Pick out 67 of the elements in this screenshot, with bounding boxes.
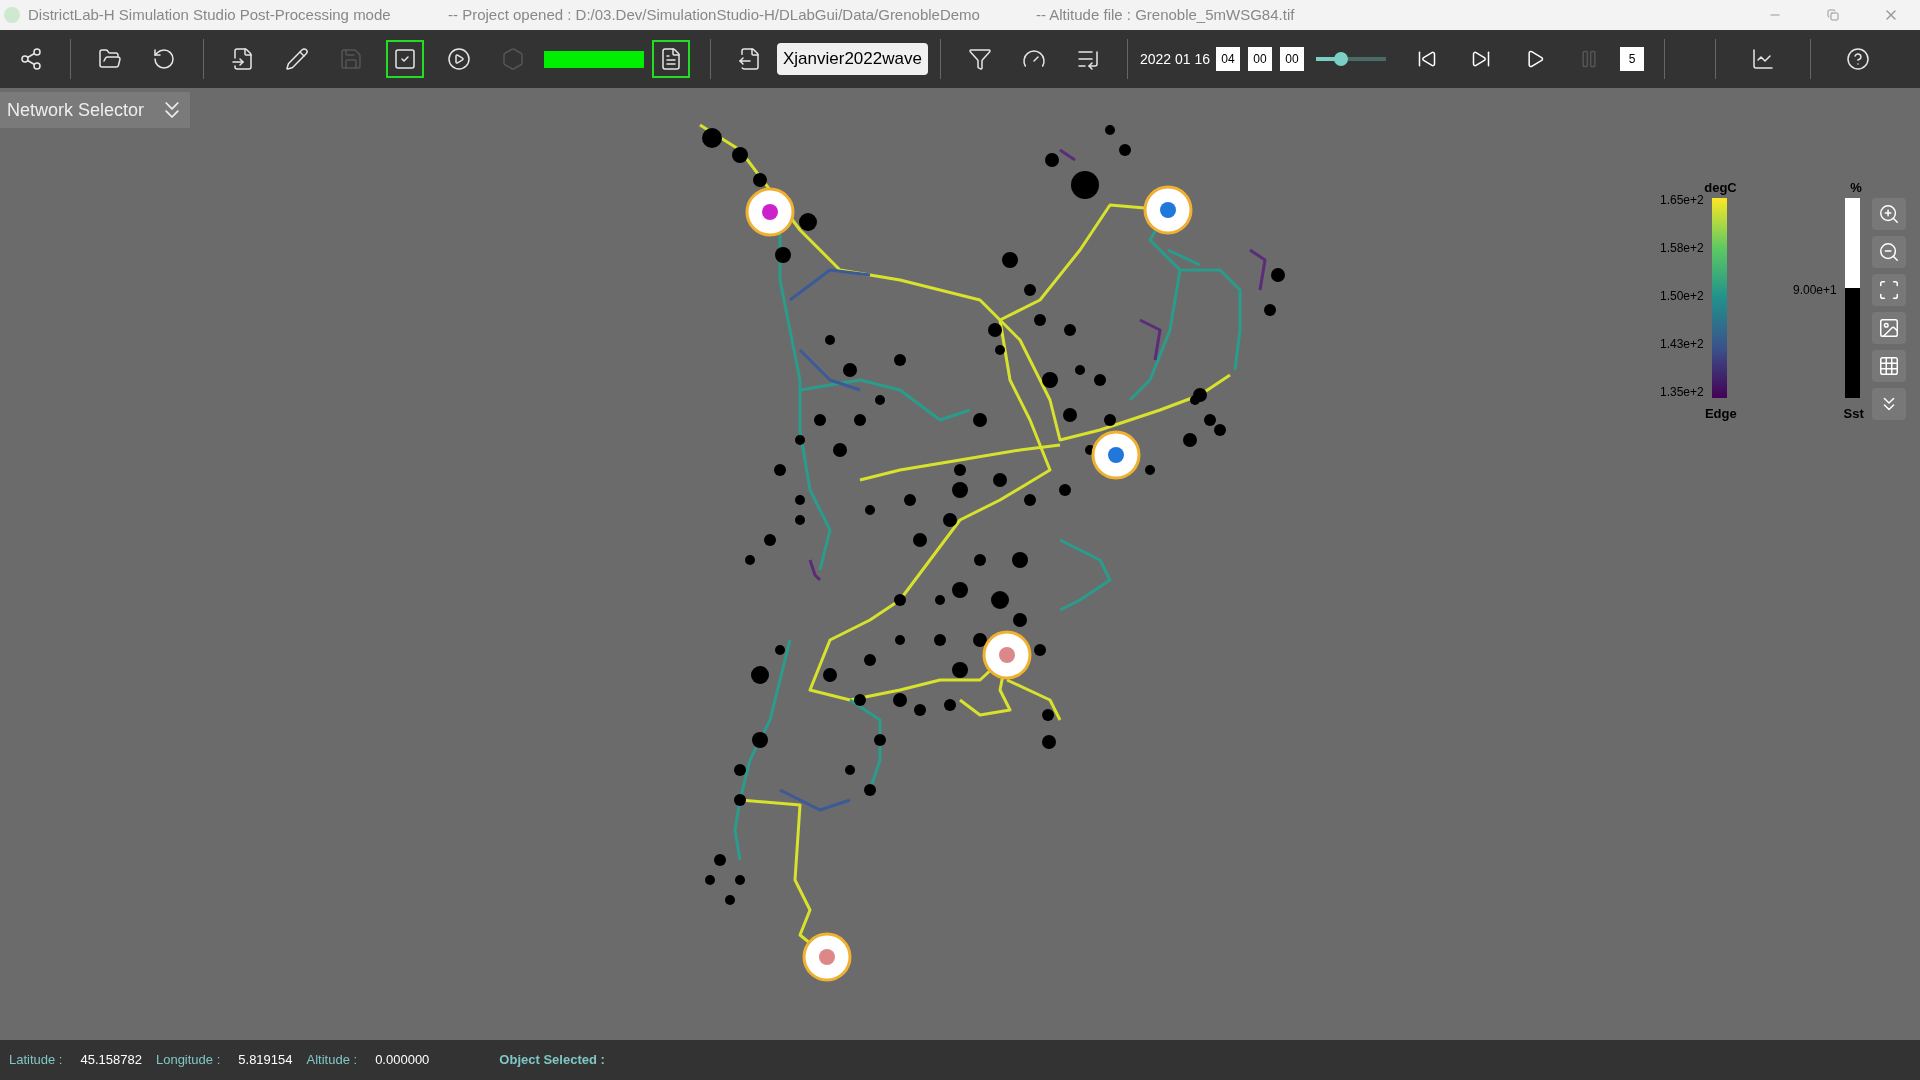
zoom-in-icon bbox=[1877, 203, 1900, 225]
folder-icon bbox=[98, 47, 122, 71]
altitude-value: 0.000000 bbox=[375, 1051, 430, 1070]
play-icon bbox=[1525, 49, 1545, 69]
time-slider-thumb[interactable] bbox=[1333, 52, 1348, 66]
app-logo-icon bbox=[4, 7, 20, 23]
zoom-in-button[interactable] bbox=[1871, 198, 1906, 230]
time-slider[interactable] bbox=[1316, 52, 1386, 66]
reset-icon bbox=[152, 47, 176, 71]
skip-back-icon bbox=[1417, 49, 1437, 69]
legend-unit: degC bbox=[1704, 179, 1737, 197]
zoom-out-icon bbox=[1877, 241, 1900, 263]
station-marker-icon[interactable] bbox=[982, 630, 1032, 680]
hour-field[interactable]: 04 bbox=[1216, 47, 1240, 71]
longitude-label: Longitude : bbox=[155, 1051, 221, 1070]
altitude-label: Altitude : bbox=[306, 1051, 358, 1070]
legend-tick: 1.65e+2 bbox=[1660, 192, 1704, 209]
stop-icon bbox=[501, 47, 525, 71]
fit-view-icon bbox=[1877, 279, 1900, 301]
legend-label: Sst bbox=[1843, 405, 1864, 423]
date-label: 2022 01 16 bbox=[1139, 49, 1210, 69]
longitude-value: 5.819154 bbox=[238, 1051, 293, 1070]
network-selector-button[interactable]: Network Selector bbox=[0, 92, 190, 128]
save-icon bbox=[339, 47, 363, 71]
latitude-label: Latitude : bbox=[9, 1051, 63, 1070]
help-icon bbox=[1846, 47, 1870, 71]
station-marker-icon[interactable] bbox=[1143, 185, 1193, 235]
station-marker-icon[interactable] bbox=[1091, 430, 1141, 480]
legend-tick: 9.00e+1 bbox=[1793, 282, 1837, 299]
legend-unit: % bbox=[1850, 179, 1862, 197]
pencil-icon bbox=[285, 47, 309, 71]
grid-icon bbox=[1877, 355, 1900, 377]
legend-tick: 1.43e+2 bbox=[1660, 336, 1704, 353]
grid-button[interactable] bbox=[1871, 350, 1906, 382]
object-selected-label: Object Selected : bbox=[499, 1051, 605, 1070]
scenario-field[interactable]: Xjanvier2022wave bbox=[777, 43, 928, 75]
checkbox-icon bbox=[393, 47, 417, 71]
zoom-out-button[interactable] bbox=[1871, 236, 1906, 268]
station-marker-icon[interactable] bbox=[745, 187, 795, 237]
legend-label: Edge bbox=[1704, 405, 1737, 423]
restore-icon bbox=[1827, 9, 1839, 21]
step-field[interactable]: 5 bbox=[1620, 47, 1644, 71]
chart-icon bbox=[1751, 47, 1775, 71]
image-icon bbox=[1877, 317, 1900, 339]
export-icon bbox=[738, 47, 762, 71]
pause-icon bbox=[1579, 49, 1599, 69]
skip-forward-icon bbox=[1471, 49, 1491, 69]
station-marker-icon[interactable] bbox=[802, 932, 852, 982]
network-icon bbox=[19, 47, 43, 71]
checkbox-button[interactable] bbox=[386, 40, 424, 78]
play-circle-icon bbox=[447, 47, 471, 71]
legend-tick: 1.58e+2 bbox=[1660, 240, 1704, 257]
legend-tick: 1.35e+2 bbox=[1660, 384, 1704, 401]
legend-tick: 1.50e+2 bbox=[1660, 288, 1704, 305]
window-title: DistrictLab-H Simulation Studio Post-Processing mode bbox=[28, 4, 392, 25]
report-button[interactable] bbox=[652, 40, 690, 78]
filter-icon bbox=[967, 47, 992, 71]
altitude-file: -- Altitude file : Grenoble_5mWSG84.tif bbox=[1035, 4, 1295, 25]
fit-view-button[interactable] bbox=[1871, 274, 1906, 306]
chevron-down-button[interactable] bbox=[1871, 388, 1906, 420]
latitude-value: 45.158782 bbox=[80, 1051, 142, 1070]
report-icon bbox=[659, 47, 683, 71]
file-icon bbox=[231, 47, 255, 71]
image-button[interactable] bbox=[1871, 312, 1906, 344]
second-field[interactable]: 00 bbox=[1280, 47, 1304, 71]
minute-field[interactable]: 00 bbox=[1248, 47, 1272, 71]
project-path: -- Project opened : D:/03.Dev/SimulationStudio-H/DLabGui/Data/GrenobleDemo bbox=[448, 4, 980, 25]
